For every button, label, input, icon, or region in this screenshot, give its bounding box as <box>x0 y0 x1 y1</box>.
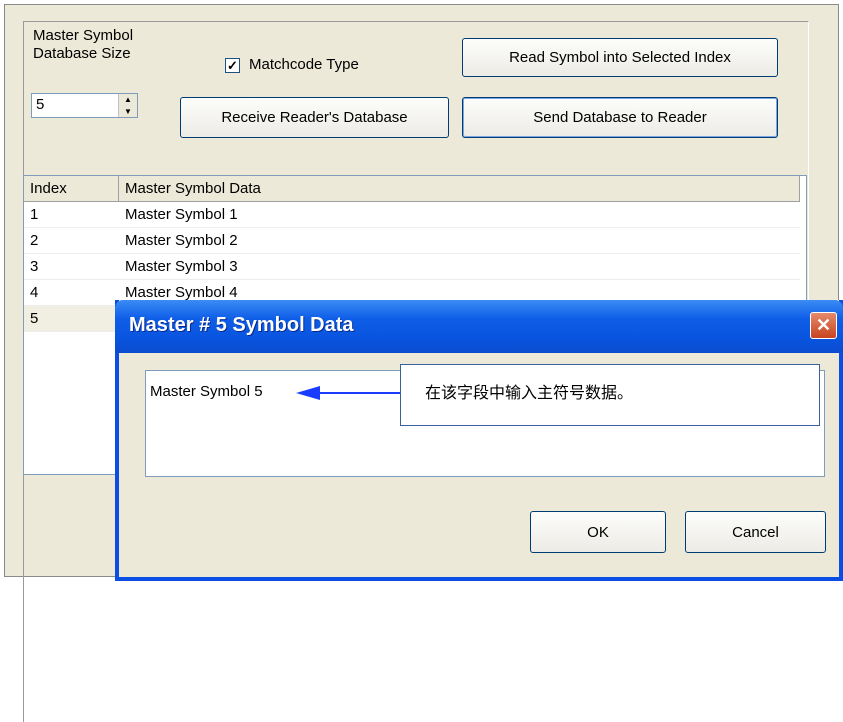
matchcode-checkbox[interactable]: ✓ <box>225 58 240 73</box>
table-row[interactable]: 2 Master Symbol 2 <box>24 228 800 254</box>
cancel-button[interactable]: Cancel <box>685 511 826 553</box>
dialog-titlebar[interactable]: Master # 5 Symbol Data ✕ <box>115 300 843 353</box>
row-index: 4 <box>30 284 39 301</box>
spin-up-icon[interactable]: ▲ <box>119 94 137 106</box>
db-size-label-line2: Database Size <box>33 45 131 62</box>
db-size-label-line1: Master Symbol <box>33 27 134 44</box>
list-header: Index Master Symbol Data <box>24 176 800 202</box>
symbol-data-value[interactable]: Master Symbol 5 <box>150 383 263 400</box>
row-data: Master Symbol 2 <box>125 232 238 249</box>
send-database-button[interactable]: Send Database to Reader <box>462 97 778 138</box>
db-size-label: Master Symbol Database Size <box>33 27 133 63</box>
annotation-callout: 在该字段中输入主符号数据。 <box>400 364 820 426</box>
row-index: 3 <box>30 258 39 275</box>
db-size-value[interactable]: 5 <box>32 94 118 117</box>
spin-down-icon[interactable]: ▼ <box>119 105 137 117</box>
table-row[interactable]: 1 Master Symbol 1 <box>24 202 800 228</box>
ok-button[interactable]: OK <box>530 511 666 553</box>
receive-database-button[interactable]: Receive Reader's Database <box>180 97 449 138</box>
matchcode-label[interactable]: Matchcode Type <box>249 56 359 73</box>
row-data: Master Symbol 3 <box>125 258 238 275</box>
close-icon[interactable]: ✕ <box>810 312 837 339</box>
row-index: 2 <box>30 232 39 249</box>
row-data: Master Symbol 1 <box>125 206 238 223</box>
row-index: 5 <box>30 310 39 327</box>
row-index: 1 <box>30 206 39 223</box>
db-size-spinner[interactable]: 5 ▲ ▼ <box>31 93 138 118</box>
column-header-data[interactable]: Master Symbol Data <box>119 176 800 201</box>
column-header-index[interactable]: Index <box>24 176 119 201</box>
read-symbol-button[interactable]: Read Symbol into Selected Index <box>462 38 778 77</box>
symbol-data-dialog: Master # 5 Symbol Data ✕ Master Symbol 5… <box>115 300 843 581</box>
callout-arrow-icon <box>296 386 402 400</box>
table-row[interactable]: 3 Master Symbol 3 <box>24 254 800 280</box>
dialog-title: Master # 5 Symbol Data <box>129 314 354 336</box>
callout-text: 在该字段中输入主符号数据。 <box>425 385 634 402</box>
